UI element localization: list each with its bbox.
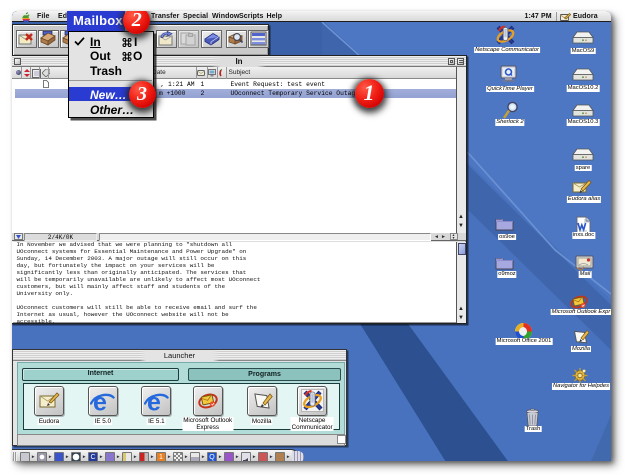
- svg-text:e: e: [93, 389, 107, 413]
- svg-text:e: e: [147, 389, 161, 413]
